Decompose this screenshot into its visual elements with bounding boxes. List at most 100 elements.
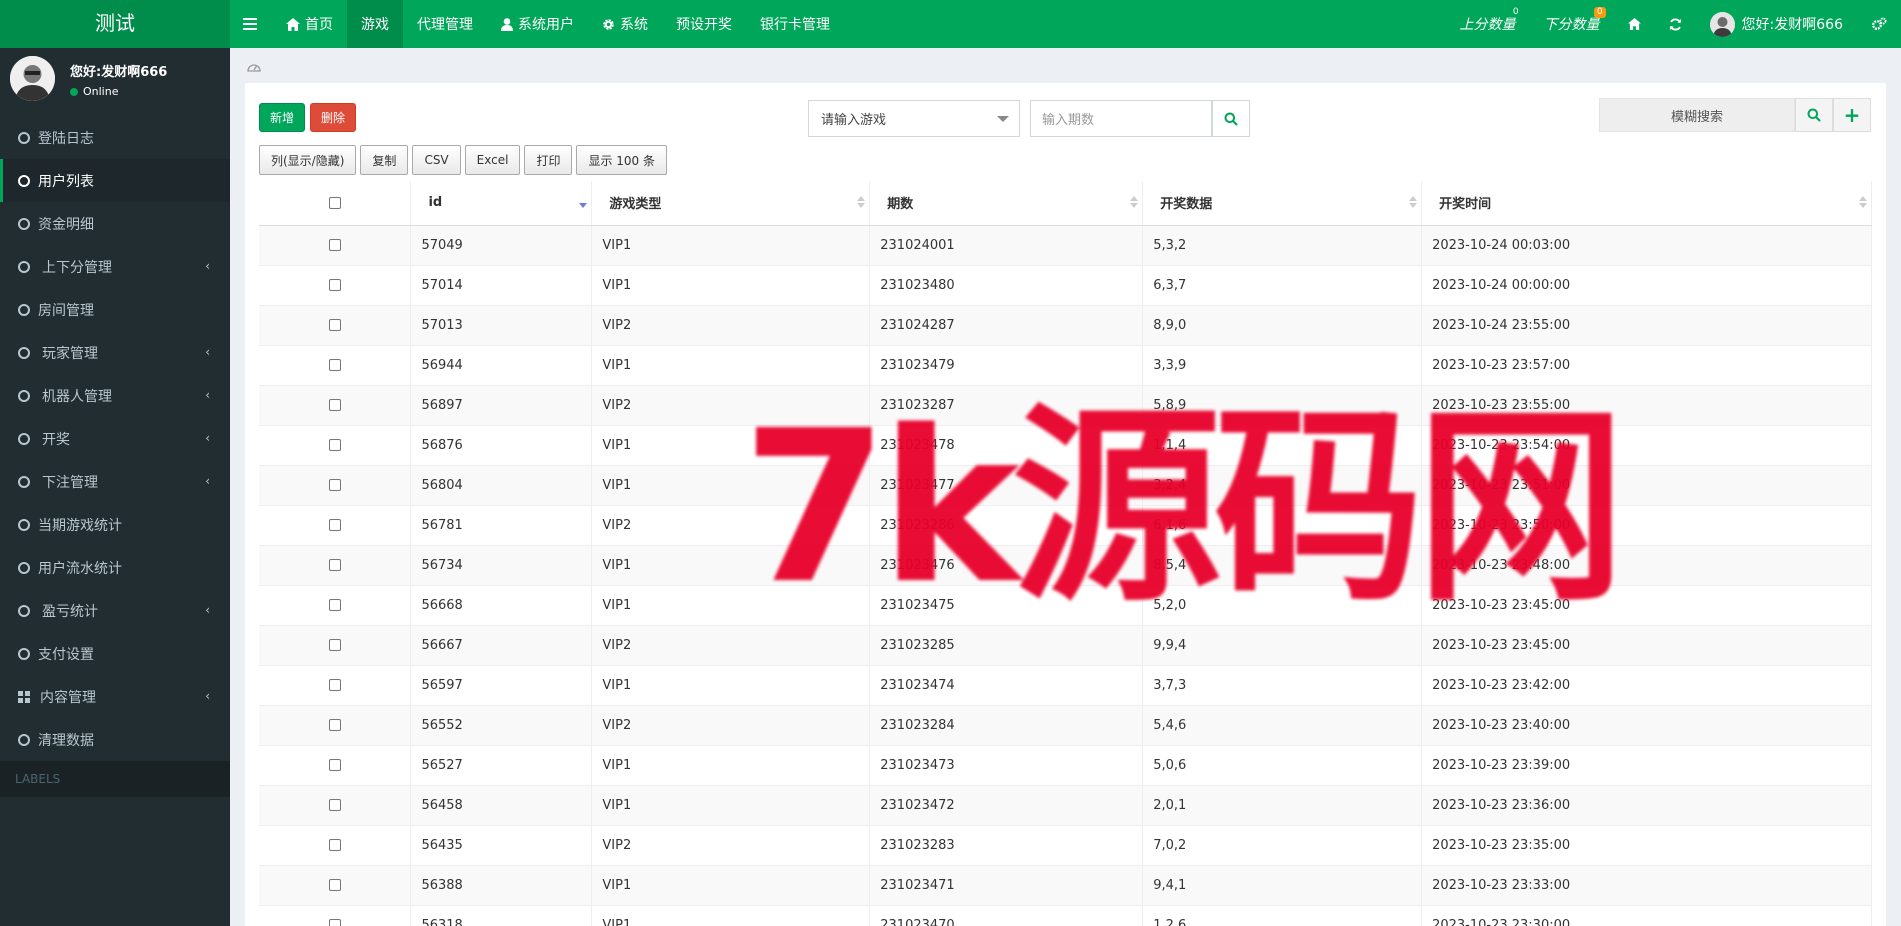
nav-item-agents[interactable]: 代理管理 — [403, 0, 487, 48]
table-row[interactable]: 56318 VIP1 231023470 1,2,6 2023-10-23 23:30:… — [259, 905, 1872, 926]
row-select-cell[interactable] — [259, 385, 412, 426]
sidebar-item-clear-data[interactable]: 清理数据 — [0, 718, 230, 761]
game-select[interactable]: 请输入游戏 — [808, 100, 1020, 137]
table-row[interactable]: 56388 VIP1 231023471 9,4,1 2023-10-23 23:33:… — [259, 865, 1872, 906]
row-checkbox[interactable] — [328, 319, 341, 331]
row-select-cell[interactable] — [259, 585, 412, 626]
row-checkbox[interactable] — [328, 599, 341, 611]
row-checkbox[interactable] — [328, 799, 341, 811]
copy-button[interactable]: 复制 — [360, 145, 409, 175]
nav-item-preset-draw[interactable]: 预设开奖 — [662, 0, 746, 48]
column-header-id[interactable]: id — [410, 181, 593, 226]
row-checkbox[interactable] — [328, 759, 341, 771]
row-select-cell[interactable] — [259, 745, 412, 786]
table-row[interactable]: 56876 VIP1 231023478 1,1,4 2023-10-23 23:54:… — [259, 425, 1872, 466]
row-checkbox[interactable] — [328, 399, 341, 411]
sidebar-item-payment-settings[interactable]: 支付设置 — [0, 632, 230, 675]
table-row[interactable]: 57014 VIP1 231023480 6,3,7 2023-10-24 00:00:… — [259, 265, 1872, 306]
table-row[interactable]: 56734 VIP1 231023476 8,5,4 2023-10-23 23:48:… — [259, 545, 1872, 586]
row-checkbox[interactable] — [328, 879, 341, 891]
nav-item-home[interactable]: 首页 — [272, 0, 347, 48]
nav-item-bank-cards[interactable]: 银行卡管理 — [746, 0, 844, 48]
column-header-period[interactable]: 期数 — [869, 181, 1144, 226]
refresh-button[interactable] — [1655, 0, 1696, 48]
fuzzy-search-button[interactable] — [1795, 98, 1833, 132]
csv-button[interactable]: CSV — [412, 145, 461, 175]
sidebar-item-player-management[interactable]: 玩家管理 ‹ — [0, 331, 230, 374]
row-select-cell[interactable] — [259, 265, 412, 306]
sidebar-item-score-management[interactable]: 上下分管理 ‹ — [0, 245, 230, 288]
row-select-cell[interactable] — [259, 785, 412, 826]
row-select-cell[interactable] — [259, 345, 412, 386]
row-checkbox[interactable] — [328, 719, 341, 731]
row-checkbox[interactable] — [328, 479, 341, 491]
sidebar-item-robot-management[interactable]: 机器人管理 ‹ — [0, 374, 230, 417]
row-checkbox[interactable] — [328, 919, 341, 926]
row-select-cell[interactable] — [259, 545, 412, 586]
row-select-cell[interactable] — [259, 465, 412, 506]
row-select-cell[interactable] — [259, 505, 412, 546]
row-checkbox[interactable] — [328, 679, 341, 691]
plus-icon[interactable]: + — [1833, 98, 1871, 132]
sidebar-item-login-log[interactable]: 登陆日志 — [0, 116, 230, 159]
table-row[interactable]: 56668 VIP1 231023475 5,2,0 2023-10-23 23:45:… — [259, 585, 1872, 626]
excel-button[interactable]: Excel — [464, 145, 521, 175]
sidebar-item-draw[interactable]: 开奖 ‹ — [0, 417, 230, 460]
sidebar-item-bet-management[interactable]: 下注管理 ‹ — [0, 460, 230, 503]
table-row[interactable]: 57013 VIP2 231024287 8,9,0 2023-10-24 23:55:… — [259, 305, 1872, 346]
nav-item-system-users[interactable]: 系统用户 — [487, 0, 588, 48]
column-header-draw-data[interactable]: 开奖数据 — [1142, 181, 1423, 226]
table-row[interactable]: 57049 VIP1 231024001 5,3,2 2023-10-24 00:03:… — [259, 225, 1872, 266]
row-checkbox[interactable] — [328, 239, 341, 251]
period-search-button[interactable] — [1212, 100, 1250, 137]
row-select-cell[interactable] — [259, 425, 412, 466]
row-checkbox[interactable] — [328, 839, 341, 851]
sidebar-item-content-management[interactable]: 内容管理 ‹ — [0, 675, 230, 718]
settings-button[interactable] — [1857, 0, 1901, 48]
row-checkbox[interactable] — [328, 559, 341, 571]
row-checkbox[interactable] — [328, 639, 341, 651]
sidebar-item-profit-loss-stats[interactable]: 盈亏统计 ‹ — [0, 589, 230, 632]
table-row[interactable]: 56458 VIP1 231023472 2,0,1 2023-10-23 23:36:… — [259, 785, 1872, 826]
row-select-cell[interactable] — [259, 865, 412, 906]
table-row[interactable]: 56667 VIP2 231023285 9,9,4 2023-10-23 23:45:… — [259, 625, 1872, 666]
table-row[interactable]: 56597 VIP1 231023474 3,7,3 2023-10-23 23:42:… — [259, 665, 1872, 706]
table-row[interactable]: 56552 VIP2 231023284 5,4,6 2023-10-23 23:40:… — [259, 705, 1872, 746]
sidebar-item-current-game-stats[interactable]: 当期游戏统计 — [0, 503, 230, 546]
sidebar-item-fund-details[interactable]: 资金明细 — [0, 202, 230, 245]
table-row[interactable]: 56944 VIP1 231023479 3,3,9 2023-10-23 23:57:… — [259, 345, 1872, 386]
sidebar-item-user-flow-stats[interactable]: 用户流水统计 — [0, 546, 230, 589]
add-button[interactable]: 新增 — [259, 103, 305, 132]
sidebar-toggle-button[interactable] — [232, 0, 268, 48]
delete-button[interactable]: 删除 — [310, 103, 356, 132]
sidebar-item-room-management[interactable]: 房间管理 — [0, 288, 230, 331]
row-select-cell[interactable] — [259, 825, 412, 866]
period-input[interactable]: 输入期数 — [1030, 100, 1212, 137]
select-all-checkbox[interactable] — [328, 196, 341, 209]
column-header-draw-time[interactable]: 开奖时间 — [1421, 181, 1872, 226]
fuzzy-search-input[interactable]: 模糊搜索 — [1599, 98, 1795, 132]
nav-item-system[interactable]: 系统 — [588, 0, 662, 48]
table-row[interactable]: 56804 VIP1 231023477 3,2,4 2023-10-23 23:51:… — [259, 465, 1872, 506]
user-menu[interactable]: 您好:发财啊666 — [1696, 0, 1857, 48]
table-row[interactable]: 56897 VIP2 231023287 5,8,9 2023-10-23 23:55:… — [259, 385, 1872, 426]
table-row[interactable]: 56527 VIP1 231023473 5,0,6 2023-10-23 23:39:… — [259, 745, 1872, 786]
down-score-link[interactable]: 下分数量 0 — [1530, 0, 1614, 48]
up-score-link[interactable]: 上分数量 0 — [1446, 0, 1530, 48]
row-checkbox[interactable] — [328, 519, 341, 531]
page-length-button[interactable]: 显示 100 条 — [576, 145, 668, 175]
row-checkbox[interactable] — [328, 279, 341, 291]
row-select-cell[interactable] — [259, 665, 412, 706]
select-all-header[interactable] — [259, 181, 412, 226]
row-select-cell[interactable] — [259, 625, 412, 666]
home-link[interactable] — [1614, 0, 1655, 48]
table-row[interactable]: 56435 VIP2 231023283 7,0,2 2023-10-23 23:35:… — [259, 825, 1872, 866]
column-header-game-type[interactable]: 游戏类型 — [591, 181, 871, 226]
app-logo[interactable]: 测试 — [0, 0, 230, 48]
column-visibility-button[interactable]: 列(显示/隐藏) — [259, 145, 357, 175]
print-button[interactable]: 打印 — [524, 145, 573, 175]
row-select-cell[interactable] — [259, 905, 412, 926]
row-select-cell[interactable] — [259, 225, 412, 266]
sidebar-item-user-list[interactable]: 用户列表 — [0, 159, 230, 202]
row-select-cell[interactable] — [259, 705, 412, 746]
